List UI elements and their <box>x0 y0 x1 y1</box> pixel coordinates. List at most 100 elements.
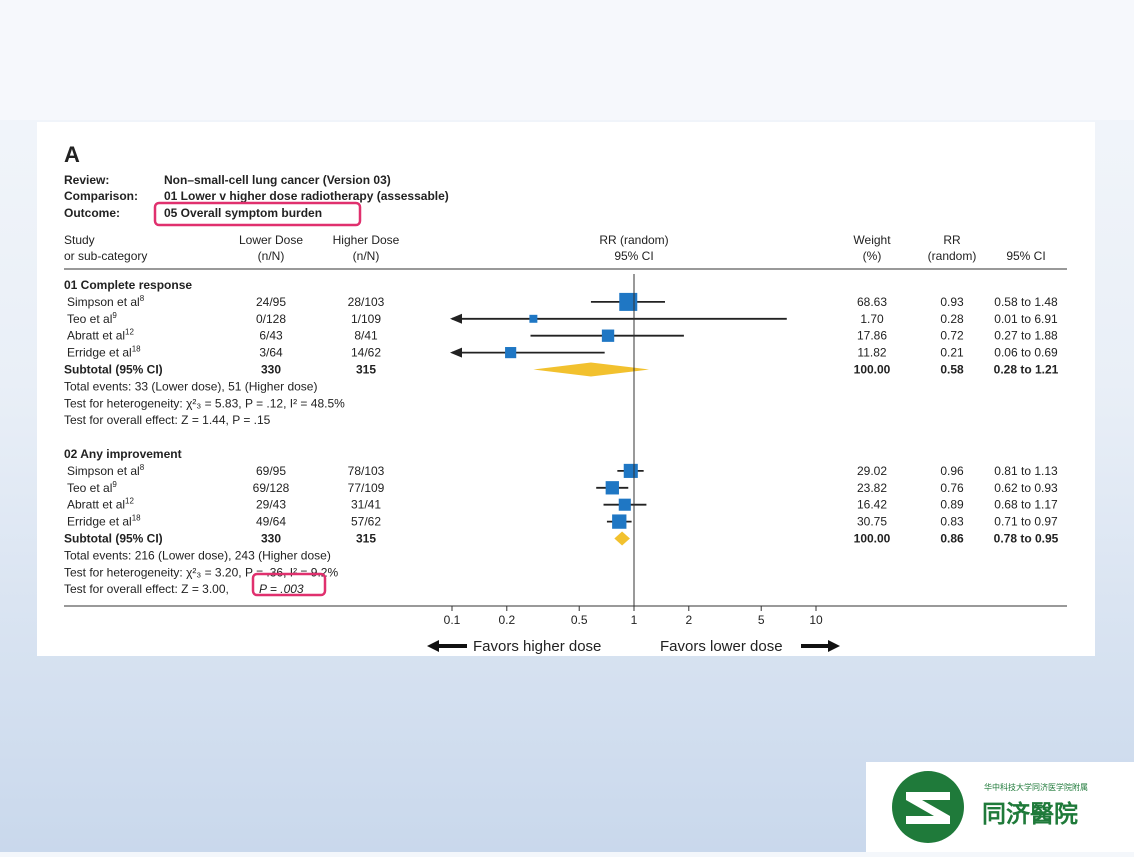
study-higher-nn: 28/103 <box>348 295 385 309</box>
forest-axis: 0.1 0.2 0.5 1 2 5 10 Favors higher dose Favors l… <box>427 274 840 655</box>
study-ci: 0.01 to 6.91 <box>994 312 1058 326</box>
reference-superscript: 9 <box>112 311 117 320</box>
header-rr-ci: 95% CI <box>614 249 653 263</box>
subtotal-weight: 100.00 <box>854 532 891 546</box>
review-label: Review: <box>64 173 109 187</box>
study-name: Simpson et al8 <box>67 463 145 478</box>
study-lower-nn: 6/43 <box>259 329 283 343</box>
subtotal-label: Subtotal (95% CI) <box>64 363 163 377</box>
study-rr: 0.21 <box>940 346 964 360</box>
axis-tick-label: 5 <box>758 613 765 627</box>
slide-background <box>0 0 1134 120</box>
study-weight: 11.82 <box>857 346 886 360</box>
subtotal-lower: 330 <box>261 532 281 546</box>
study-estimate-square <box>623 463 638 478</box>
subtotal-ci: 0.78 to 0.95 <box>994 532 1059 546</box>
study-lower-nn: 69/128 <box>253 481 290 495</box>
reference-superscript: 12 <box>125 497 134 506</box>
study-weight: 16.42 <box>857 498 887 512</box>
study-weight: 1.70 <box>860 312 884 326</box>
study-ci: 0.71 to 0.97 <box>994 515 1058 529</box>
study-weight: 68.63 <box>857 295 887 309</box>
overall-effect-test: Test for overall effect: Z = 3.00, <box>64 582 229 596</box>
study-lower-nn: 29/43 <box>256 498 286 512</box>
subtotal-higher: 315 <box>356 363 376 377</box>
reference-superscript: 8 <box>140 294 145 303</box>
study-rr: 0.72 <box>940 329 964 343</box>
forest-plot-svg: A Review: Non–small-cell lung cancer (Ve… <box>64 142 1067 655</box>
header-lower-nn: (n/N) <box>258 249 285 263</box>
favors-right-arrow <box>801 640 840 652</box>
subtotal-rr: 0.58 <box>940 363 964 377</box>
study-estimate-square <box>612 514 627 529</box>
favors-higher-dose-label: Favors higher dose <box>473 638 601 655</box>
study-ci: 0.58 to 1.48 <box>994 295 1058 309</box>
study-lower-nn: 24/95 <box>256 295 286 309</box>
reference-superscript: 8 <box>140 463 145 472</box>
reference-superscript: 18 <box>132 345 141 354</box>
study-weight: 30.75 <box>857 515 887 529</box>
logo-title: 同济醫院 <box>982 800 1078 828</box>
header-weight: Weight <box>853 233 891 247</box>
subtotal-ci: 0.28 to 1.21 <box>994 363 1059 377</box>
axis-tick-label: 0.2 <box>498 613 515 627</box>
study-name: Teo et al9 <box>67 480 117 495</box>
study-rr: 0.76 <box>940 481 964 495</box>
study-name: Erridge et al18 <box>67 514 141 529</box>
study-higher-nn: 8/41 <box>354 329 378 343</box>
review-value: Non–small-cell lung cancer (Version 03) <box>164 173 391 187</box>
study-name: Erridge et al18 <box>67 345 141 360</box>
study-lower-nn: 3/64 <box>259 346 283 360</box>
study-ci: 0.27 to 1.88 <box>994 329 1058 343</box>
hospital-logo: 华中科技大学同济医学院附属 同济醫院 <box>866 762 1134 852</box>
study-rr: 0.83 <box>940 515 964 529</box>
overall-effect-test: Test for overall effect: Z = 1.44, P = .… <box>64 413 271 427</box>
favors-left-arrow <box>427 640 467 652</box>
subtotal-rr: 0.86 <box>940 532 964 546</box>
study-lower-nn: 69/95 <box>256 464 286 478</box>
comparison-value: 01 Lower v higher dose radiotherapy (ass… <box>164 189 449 203</box>
subtotal-weight: 100.00 <box>854 363 891 377</box>
study-estimate-square <box>619 292 638 311</box>
header-rr: RR <box>943 233 961 247</box>
header-rr-random: RR (random) <box>599 233 668 247</box>
study-rr: 0.96 <box>940 464 964 478</box>
header-subcategory: or sub-category <box>64 249 147 263</box>
group-title: 01 Complete response <box>64 278 192 292</box>
study-rr: 0.93 <box>940 295 964 309</box>
study-name: Simpson et al8 <box>67 294 145 309</box>
study-rr: 0.89 <box>940 498 964 512</box>
study-lower-nn: 49/64 <box>256 515 286 529</box>
axis-tick-label: 2 <box>685 613 692 627</box>
outcome-label: Outcome: <box>64 206 120 220</box>
axis-tick-label: 1 <box>631 613 638 627</box>
study-weight: 17.86 <box>857 329 887 343</box>
subtotal-diamond <box>533 362 650 377</box>
axis-tick-label: 0.1 <box>444 613 461 627</box>
study-higher-nn: 14/62 <box>351 346 381 360</box>
study-rr: 0.28 <box>940 312 964 326</box>
study-higher-nn: 78/103 <box>348 464 385 478</box>
comparison-label: Comparison: <box>64 189 138 203</box>
axis-tick-label: 10 <box>809 613 823 627</box>
header-lower-dose: Lower Dose <box>239 233 303 247</box>
total-events: Total events: 33 (Lower dose), 51 (Highe… <box>64 379 317 393</box>
axis-tick-label: 0.5 <box>571 613 588 627</box>
study-estimate-square <box>618 498 631 511</box>
study-name: Abratt et al12 <box>67 328 134 343</box>
reference-superscript: 9 <box>112 480 117 489</box>
study-ci: 0.62 to 0.93 <box>994 481 1058 495</box>
subtotal-diamond <box>614 531 630 546</box>
favors-lower-dose-label: Favors lower dose <box>660 638 783 655</box>
ci-arrow-left <box>450 313 462 324</box>
forest-plot-panel: A Review: Non–small-cell lung cancer (Ve… <box>37 122 1095 656</box>
heterogeneity-test: Test for heterogeneity: χ²₃ = 5.83, P = … <box>64 396 345 410</box>
study-higher-nn: 57/62 <box>351 515 381 529</box>
header-higher-nn: (n/N) <box>353 249 380 263</box>
study-estimate-square <box>601 329 615 342</box>
study-estimate-square <box>505 347 517 359</box>
study-name: Teo et al9 <box>67 311 117 326</box>
study-ci: 0.68 to 1.17 <box>994 498 1058 512</box>
study-name: Abratt et al12 <box>67 497 134 512</box>
heterogeneity-test: Test for heterogeneity: χ²₃ = 3.20, P = … <box>64 565 338 579</box>
